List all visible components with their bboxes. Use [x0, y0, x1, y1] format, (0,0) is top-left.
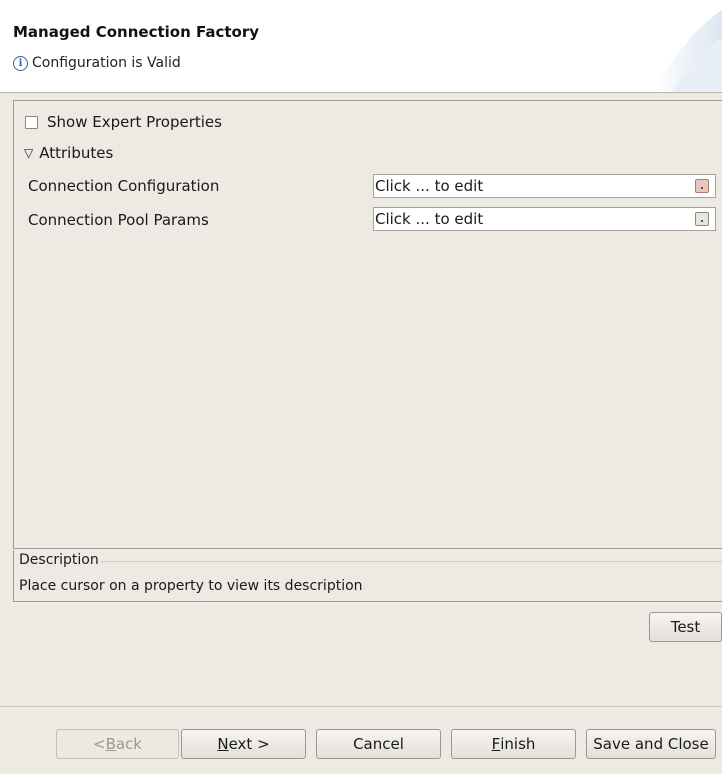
next-rest: ext > — [228, 735, 270, 753]
attributes-section-header[interactable]: ▽ Attributes — [24, 144, 113, 162]
back-rest: ack — [115, 735, 142, 753]
next-button[interactable]: Next > — [181, 729, 306, 759]
property-label-connection-configuration: Connection Configuration — [28, 177, 220, 195]
properties-panel: Show Expert Properties ▽ Attributes Conn… — [13, 100, 722, 549]
show-expert-properties-option[interactable]: Show Expert Properties — [25, 113, 222, 131]
divider — [74, 561, 722, 562]
show-expert-properties-label: Show Expert Properties — [47, 113, 222, 131]
dialog-title: Managed Connection Factory — [13, 23, 260, 41]
next-mnemonic: N — [217, 735, 229, 753]
back-button[interactable]: < Back — [56, 729, 179, 759]
show-expert-properties-checkbox[interactable] — [25, 115, 38, 129]
property-value: Click ... to edit — [375, 177, 484, 195]
description-text: Place cursor on a property to view its d… — [19, 578, 363, 594]
header-banner-graphic — [652, 10, 722, 92]
divider — [0, 706, 722, 707]
finish-rest: inish — [500, 735, 536, 753]
edit-ellipsis-button[interactable] — [695, 179, 709, 193]
save-and-close-button[interactable]: Save and Close — [586, 729, 716, 759]
back-mnemonic: B — [105, 735, 116, 753]
status-message-text: Configuration is Valid — [32, 55, 181, 71]
property-label-connection-pool-params: Connection Pool Params — [28, 211, 209, 229]
description-group: Description Place cursor on a property t… — [13, 550, 722, 602]
cancel-button[interactable]: Cancel — [316, 729, 441, 759]
attributes-section-label: Attributes — [39, 144, 114, 162]
property-field-connection-pool-params[interactable]: Click ... to edit — [373, 207, 716, 231]
test-button[interactable]: Test — [649, 612, 722, 642]
finish-mnemonic: F — [491, 735, 501, 753]
edit-ellipsis-button[interactable] — [695, 212, 709, 226]
status-message: i Configuration is Valid — [13, 55, 181, 71]
back-prefix: < — [92, 735, 106, 753]
expand-triangle-icon[interactable]: ▽ — [24, 146, 33, 160]
dialog-header: Managed Connection Factory i Configurati… — [0, 0, 722, 93]
info-icon: i — [13, 55, 28, 71]
property-field-connection-configuration[interactable]: Click ... to edit — [373, 174, 716, 198]
finish-button[interactable]: Finish — [451, 729, 576, 759]
property-value: Click ... to edit — [375, 210, 484, 228]
description-legend: Description — [19, 552, 101, 568]
